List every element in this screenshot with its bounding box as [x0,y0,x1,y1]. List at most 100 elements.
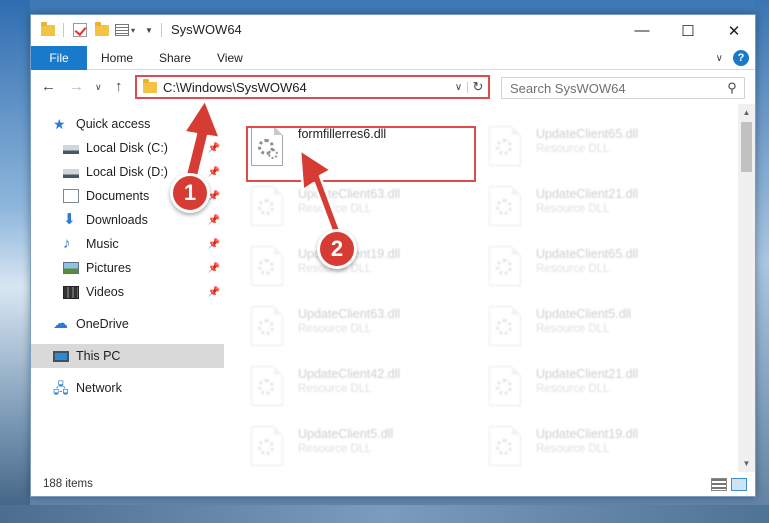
pin-icon[interactable]: 📌 [208,167,220,178]
file-name: UpdateClient65.dll [536,247,639,261]
address-bar[interactable]: C:\Windows\SysWOW64 ∨ ↻ [135,75,490,99]
up-arrow-icon[interactable]: ↑ [115,78,123,95]
details-view-icon[interactable] [711,478,727,491]
qat-properties-icon[interactable] [73,21,87,39]
nav-item-label: Quick access [76,117,151,131]
nav-item-label: Network [76,381,122,395]
file-type: Resource DLL [536,323,610,335]
tab-share[interactable]: Share [159,46,191,70]
tab-view[interactable]: View [217,46,243,70]
dll-file-icon [489,426,521,466]
scroll-up-arrow-icon[interactable]: ▲ [738,104,755,121]
highlight-box [246,126,476,182]
cloud-icon: ☁ [53,315,68,332]
tab-file[interactable]: File [31,46,87,70]
drive-icon [63,145,79,154]
vertical-scrollbar[interactable]: ▲ ▼ [738,104,755,472]
file-item[interactable]: UpdateClient5.dll Resource DLL [469,296,707,352]
pin-icon[interactable]: 📌 [208,287,220,298]
dll-file-icon [251,186,283,226]
scroll-thumb[interactable] [741,122,752,172]
file-name: UpdateClient63.dll [298,307,401,321]
search-box[interactable]: Search SysWOW64 ⚲ [501,77,745,99]
title-separator [161,21,162,39]
nav-item-music[interactable]: ♪ Music 📌 [31,232,224,256]
file-item[interactable]: UpdateClient65.dll Resource DLL [469,116,707,172]
help-icon[interactable]: ? [733,50,749,66]
nav-item-quick-access[interactable]: ★ Quick access [31,112,224,136]
file-type: Resource DLL [298,203,372,215]
file-item[interactable]: UpdateClient65.dll Resource DLL [469,236,707,292]
file-name: UpdateClient65.dll [536,127,639,141]
qat-customize-icon[interactable]: ▼ [145,21,153,39]
refresh-icon[interactable]: ↻ [468,79,488,95]
maximize-button[interactable]: ☐ [665,15,711,46]
file-item[interactable]: UpdateClient19.dll Resource DLL [469,416,707,472]
star-icon: ★ [53,116,66,132]
file-item[interactable]: UpdateClient63.dll Resource DLL [231,296,469,352]
music-icon: ♪ [63,235,71,252]
back-arrow-icon[interactable]: ← [41,78,56,95]
file-name: UpdateClient19.dll [536,427,639,441]
desktop-background-bottom [0,505,769,523]
dll-file-icon [489,306,521,346]
address-row: ← → ∨ ↑ C:\Windows\SysWOW64 ∨ ↻ Search S… [31,70,755,104]
address-path[interactable]: C:\Windows\SysWOW64 [163,80,450,95]
dll-file-icon [489,246,521,286]
file-item[interactable]: UpdateClient63.dll Resource DLL [231,176,469,232]
address-folder-icon [143,78,157,93]
scroll-down-arrow-icon[interactable]: ▼ [738,455,755,472]
pin-icon[interactable]: 📌 [208,263,220,274]
file-item[interactable]: UpdateClient5.dll Resource DLL [231,416,469,472]
file-type: Resource DLL [298,323,372,335]
desktop-background-right [755,0,769,523]
nav-item-label: Downloads [86,213,148,227]
dll-file-icon [489,366,521,406]
pin-icon[interactable]: 📌 [208,239,220,250]
pin-icon[interactable]: 📌 [208,143,220,154]
file-name: UpdateClient21.dll [536,367,639,381]
item-count: 188 items [43,478,93,490]
network-icon: 🖧 [53,380,69,396]
qat-view-icon[interactable]: ▾ [115,21,135,39]
nav-item-label: Music [86,237,119,251]
qat-new-folder-icon[interactable] [95,21,109,39]
expand-ribbon-icon[interactable]: ∨ [716,53,723,64]
desktop-background-left [0,0,30,523]
address-dropdown-icon[interactable]: ∨ [450,81,468,93]
nav-item-videos[interactable]: Videos 📌 [31,280,224,304]
dll-file-icon [251,426,283,466]
file-name: UpdateClient42.dll [298,367,401,381]
search-input[interactable]: Search SysWOW64 [510,81,720,96]
status-bar: 188 items [31,472,755,497]
window-title: SysWOW64 [171,22,242,37]
dll-file-icon [489,186,521,226]
nav-item-pictures[interactable]: Pictures 📌 [31,256,224,280]
nav-item-label: OneDrive [76,317,129,331]
computer-icon [53,350,69,362]
forward-arrow-icon[interactable]: → [69,78,84,95]
recent-locations-icon[interactable]: ∨ [95,82,102,93]
search-icon[interactable]: ⚲ [720,80,744,96]
nav-item-network[interactable]: 🖧 Network [31,376,224,400]
large-icons-view-icon[interactable] [731,478,747,491]
tab-home[interactable]: Home [101,46,133,70]
ribbon-controls: ∨ ? [716,50,749,66]
file-type: Resource DLL [536,143,610,155]
nav-item-onedrive[interactable]: ☁ OneDrive [31,312,224,336]
nav-item-this-pc[interactable]: This PC [31,344,224,368]
documents-icon [63,189,79,203]
file-type: Resource DLL [536,203,610,215]
file-list: formfillerres6.dll UpdateClient65.dll Re… [231,104,739,472]
close-button[interactable]: ✕ [711,15,757,46]
minimize-button[interactable]: — [619,15,665,46]
pin-icon[interactable]: 📌 [208,215,220,226]
file-type: Resource DLL [536,383,610,395]
file-type: Resource DLL [298,383,372,395]
file-item[interactable]: UpdateClient21.dll Resource DLL [469,176,707,232]
nav-item-local-disk-c[interactable]: Local Disk (C:) 📌 [31,136,224,160]
step-2-badge: 2 [317,229,357,269]
file-item[interactable]: UpdateClient21.dll Resource DLL [469,356,707,412]
file-item[interactable]: UpdateClient42.dll Resource DLL [231,356,469,412]
nav-item-label: Documents [86,189,150,203]
